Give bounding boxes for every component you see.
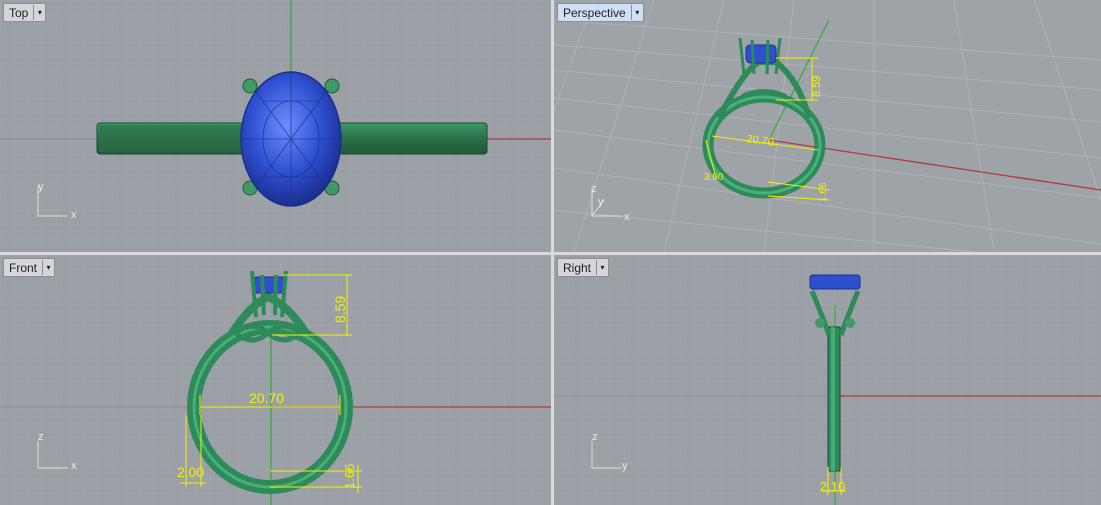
axis-label-x: x (71, 209, 77, 221)
axis-label-x: x (624, 211, 630, 223)
chevron-down-icon[interactable]: ▾ (596, 260, 608, 275)
right-scene: 2.10 (554, 255, 1101, 505)
viewport-title-front[interactable]: Front ▾ (3, 258, 56, 277)
dim-left: 3.00 (704, 172, 724, 183)
dim-inner: 20.70 (249, 390, 284, 406)
top-scene (0, 0, 551, 252)
axis-label-y: y (38, 181, 44, 193)
viewport-title-perspective[interactable]: Perspective ▾ (557, 3, 644, 22)
axis-label-y: y (622, 460, 628, 472)
perspective-scene: 8.59 20.70 3.00 1.66 (554, 0, 1101, 252)
chevron-down-icon[interactable]: ▾ (33, 5, 45, 20)
viewport-right[interactable]: 2.10 Right ▾ z y (554, 255, 1101, 505)
axis-label-y: y (598, 196, 604, 208)
chevron-down-icon[interactable]: ▾ (42, 260, 54, 275)
viewport-top[interactable]: Top ▾ y x (0, 0, 551, 252)
axis-label-z: z (38, 431, 44, 443)
viewport-front[interactable]: 8.59 20.70 2.00 1.66 Front ▾ z x (0, 255, 551, 505)
dim-bottom: 1.66 (342, 464, 357, 489)
front-scene: 8.59 20.70 2.00 1.66 (0, 255, 551, 505)
viewport-title-right[interactable]: Right ▾ (557, 258, 610, 277)
axis-label-z: z (591, 183, 597, 195)
viewport-title-top[interactable]: Top ▾ (3, 3, 47, 22)
axis-label-x: x (71, 460, 77, 472)
dim-left: 2.00 (177, 464, 204, 480)
viewport-perspective[interactable]: 8.59 20.70 3.00 1.66 Perspective ▾ z y x (554, 0, 1101, 252)
dim-bottom: 2.10 (820, 479, 845, 494)
viewport-splitter-horizontal[interactable] (0, 252, 1101, 255)
dim-bottom: 1.66 (818, 182, 829, 202)
dim-height: 8.59 (332, 296, 348, 323)
dim-height: 8.59 (811, 76, 823, 97)
axis-label-z: z (592, 431, 598, 443)
chevron-down-icon[interactable]: ▾ (630, 5, 643, 20)
